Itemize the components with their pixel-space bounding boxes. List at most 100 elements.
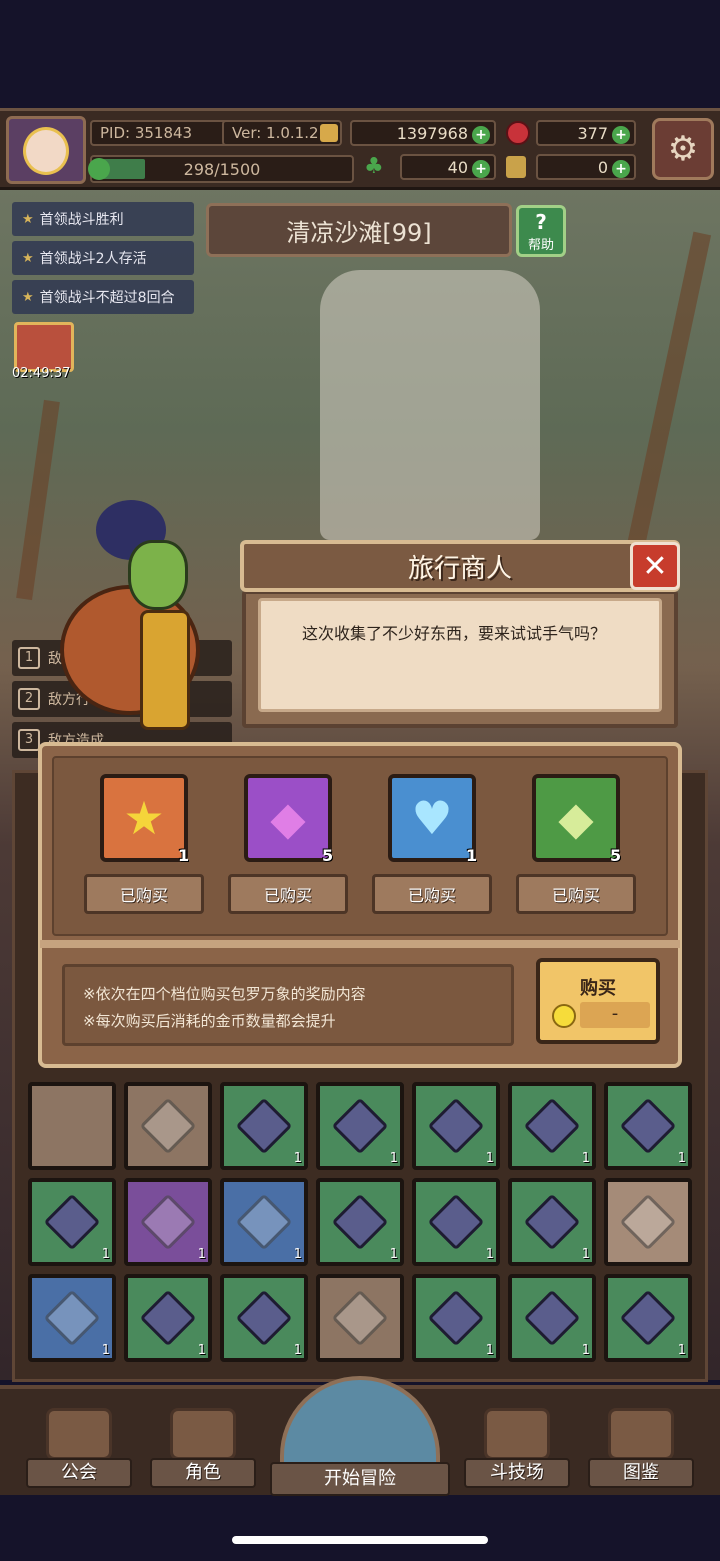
armor-icon: [139, 1193, 197, 1251]
purchased-button[interactable]: 已购买: [84, 874, 204, 914]
purchased-button[interactable]: 已购买: [516, 874, 636, 914]
slot-count: 1: [101, 1343, 110, 1358]
purchased-button[interactable]: 已购买: [228, 874, 348, 914]
slot-count: 1: [389, 1247, 398, 1262]
gem-icon: [427, 1193, 485, 1251]
inventory-slot[interactable]: 1: [316, 1082, 404, 1170]
shop-item[interactable]: ♥: [388, 774, 476, 862]
inventory-slot[interactable]: 1: [412, 1082, 500, 1170]
treasure-chest-icon: [43, 1289, 101, 1347]
cauldron-icon: [331, 1289, 389, 1347]
inventory-slot[interactable]: 1: [28, 1178, 116, 1266]
quest-label: 首领战斗2人存活: [39, 251, 147, 267]
home-indicator: [232, 1536, 488, 1544]
merchant-goblin: [128, 540, 188, 610]
stage-title: 清凉沙滩[99]: [206, 203, 512, 257]
nav-arena-label: 斗技场: [464, 1458, 570, 1488]
purchased-button[interactable]: 已购买: [372, 874, 492, 914]
inventory-slot[interactable]: [124, 1082, 212, 1170]
nav-character[interactable]: 角色: [150, 1402, 256, 1488]
clover-counter[interactable]: 40 +: [400, 154, 496, 180]
quest-label: 首领战斗不超过8回合: [39, 290, 175, 306]
question-icon: ?: [535, 210, 547, 234]
player-avatar[interactable]: [6, 116, 86, 184]
quest-item[interactable]: ★ 首领战斗胜利: [12, 202, 194, 236]
magnifier-icon: [280, 1376, 440, 1476]
slot-count: 1: [485, 1247, 494, 1262]
inventory-slot[interactable]: 1: [508, 1274, 596, 1362]
xp-text: 298/1500: [183, 159, 261, 179]
help-button[interactable]: ? 帮助: [516, 205, 566, 257]
nav-codex[interactable]: 图鉴: [588, 1402, 694, 1488]
gold-counter[interactable]: 1397968 +: [350, 120, 496, 146]
cloud-icon: [619, 1193, 677, 1251]
ruby-amount: 377: [577, 123, 608, 143]
log-number: 1: [18, 647, 40, 669]
purple-gem-icon: ◆: [270, 791, 306, 845]
add-key-icon[interactable]: +: [612, 160, 630, 178]
inventory-slot[interactable]: 1: [412, 1178, 500, 1266]
buy-label: 购买: [580, 978, 616, 999]
slot-count: 1: [485, 1343, 494, 1358]
slot-count: 1: [101, 1247, 110, 1262]
nav-arena[interactable]: 斗技场: [464, 1402, 570, 1488]
inventory-slot[interactable]: 1: [124, 1178, 212, 1266]
close-icon: ✕: [642, 548, 668, 584]
inventory-slot[interactable]: 1: [28, 1274, 116, 1362]
close-button[interactable]: ✕: [630, 542, 680, 590]
gift-box-button[interactable]: [14, 322, 74, 372]
character-icon: [170, 1408, 236, 1460]
avatar-face: [23, 127, 69, 175]
gem-icon: [619, 1289, 677, 1347]
add-ruby-icon[interactable]: +: [612, 126, 630, 144]
nav-guild-label: 公会: [26, 1458, 132, 1488]
log-number: 3: [18, 729, 40, 751]
start-adventure-button[interactable]: 开始冒险: [270, 1376, 450, 1496]
crossed-swords-icon: [484, 1408, 550, 1460]
inventory-slot[interactable]: 1: [220, 1178, 308, 1266]
slot-count: 1: [677, 1151, 686, 1166]
coin-icon: [320, 124, 338, 142]
nav-character-label: 角色: [150, 1458, 256, 1488]
inventory-slot[interactable]: 1: [316, 1178, 404, 1266]
coin-icon: [552, 1004, 576, 1028]
help-label: 帮助: [527, 238, 554, 253]
add-clover-icon[interactable]: +: [472, 160, 490, 178]
inventory-slot[interactable]: 1: [220, 1082, 308, 1170]
inventory-slot[interactable]: 1: [412, 1274, 500, 1362]
key-icon: [506, 156, 526, 178]
inventory-slot[interactable]: [604, 1178, 692, 1266]
inventory-slot[interactable]: [28, 1082, 116, 1170]
book-icon: [608, 1408, 674, 1460]
inventory-slot[interactable]: 1: [124, 1274, 212, 1362]
nav-codex-label: 图鉴: [588, 1458, 694, 1488]
inventory-slot[interactable]: [316, 1274, 404, 1362]
ruby-counter[interactable]: 377 +: [536, 120, 636, 146]
slot-count: 1: [389, 1151, 398, 1166]
add-gold-icon[interactable]: +: [472, 126, 490, 144]
gem-icon: [235, 1097, 293, 1155]
shop-item[interactable]: ★: [100, 774, 188, 862]
shop-notes: ※依次在四个档位购买包罗万象的奖励内容 ※每次购买后消耗的金币数量都会提升: [62, 964, 514, 1046]
nav-guild[interactable]: 公会: [26, 1402, 132, 1488]
inventory-slot[interactable]: 1: [508, 1178, 596, 1266]
inventory-slot[interactable]: 1: [604, 1274, 692, 1362]
key-counter[interactable]: 0 +: [536, 154, 636, 180]
shop-note: ※依次在四个档位购买包罗万象的奖励内容: [83, 985, 366, 1003]
log-number: 2: [18, 688, 40, 710]
shop-item[interactable]: ◆: [532, 774, 620, 862]
shop-item[interactable]: ◆: [244, 774, 332, 862]
quest-item[interactable]: ★ 首领战斗不超过8回合: [12, 280, 194, 314]
buy-button[interactable]: 购买 -: [536, 958, 660, 1044]
dialog-text: 这次收集了不少好东西，要来试试手气吗？: [302, 624, 607, 643]
inventory-slot[interactable]: 1: [508, 1082, 596, 1170]
shop-note: ※每次购买后消耗的金币数量都会提升: [83, 1012, 336, 1030]
shop-item-count: 1: [466, 846, 478, 865]
settings-button[interactable]: ⚙: [652, 118, 714, 180]
gear-icon: ⚙: [667, 129, 699, 169]
inventory-slot[interactable]: 1: [220, 1274, 308, 1362]
slot-count: 1: [485, 1151, 494, 1166]
inventory-slot[interactable]: 1: [604, 1082, 692, 1170]
quest-item[interactable]: ★ 首领战斗2人存活: [12, 241, 194, 275]
clover-icon: ♣: [364, 154, 384, 179]
